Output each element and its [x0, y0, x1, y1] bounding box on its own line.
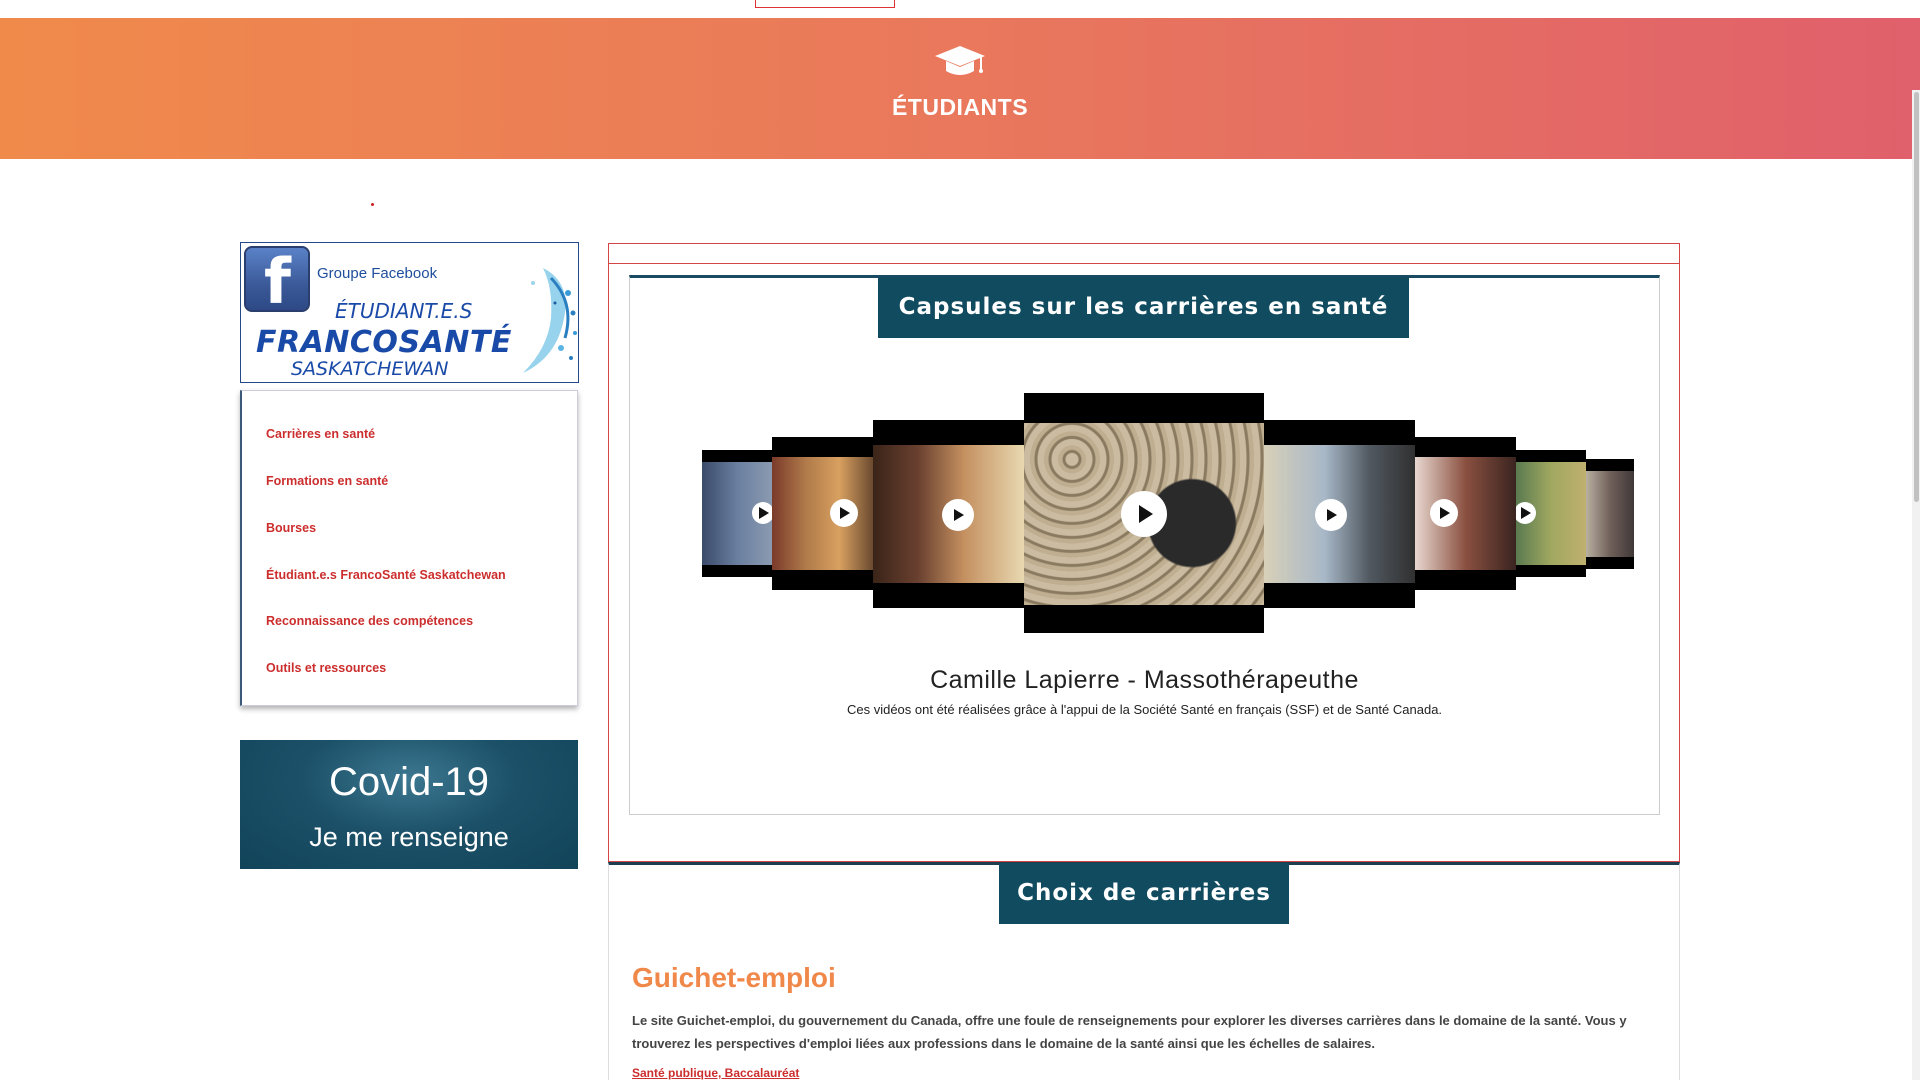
- sidebar-item-reconnaissance[interactable]: Reconnaissance des compétences: [266, 614, 473, 628]
- video-carousel[interactable]: [702, 393, 1634, 633]
- video-thumbnail[interactable]: [772, 437, 873, 590]
- video-thumbnail[interactable]: [1516, 450, 1586, 577]
- guichet-emploi-title: Guichet-emploi: [632, 962, 836, 993]
- video-thumbnail[interactable]: [1264, 420, 1415, 608]
- sidebar-item-formations[interactable]: Formations en santé: [266, 474, 388, 488]
- facebook-icon: f: [244, 246, 310, 314]
- video-thumbnail-active[interactable]: [1024, 393, 1264, 633]
- frame-divider: [608, 263, 1680, 264]
- play-icon[interactable]: [1121, 491, 1167, 537]
- video-thumbnail[interactable]: [1415, 437, 1516, 590]
- page-title: ÉTUDIANTS: [891, 94, 1029, 120]
- top-nav-tab[interactable]: [755, 0, 895, 8]
- guichet-emploi-link[interactable]: Santé publique, Baccalauréat: [632, 1066, 799, 1080]
- sidebar-menu: Carrières en santé Formations en santé B…: [240, 390, 578, 706]
- facebook-group-banner[interactable]: f Groupe Facebook ÉTUDIANT.E.S FRANCOSAN…: [240, 242, 579, 383]
- water-splash-graphic: [523, 268, 577, 373]
- covid-banner[interactable]: Covid-19 Je me renseigne: [240, 740, 578, 869]
- careers-heading: Choix de carrières: [999, 863, 1289, 924]
- scrollbar-thumb[interactable]: [1914, 92, 1919, 502]
- video-thumbnail[interactable]: [873, 420, 1024, 608]
- banner-line-2: FRANCOSANTÉ: [256, 325, 512, 360]
- decorative-dot: [371, 203, 374, 206]
- sidebar-item-bourses[interactable]: Bourses: [266, 521, 316, 535]
- banner-line-3: SASKATCHEWAN: [291, 358, 449, 380]
- play-icon[interactable]: [1430, 499, 1458, 527]
- play-icon[interactable]: [942, 499, 974, 531]
- graduation-cap-icon: [935, 46, 985, 75]
- sidebar-item-etudiants[interactable]: Étudiant.e.s FrancoSanté Saskatchewan: [266, 568, 506, 582]
- covid-subtitle: Je me renseigne: [309, 822, 509, 852]
- capsules-heading: Capsules sur les carrières en santé: [878, 277, 1409, 338]
- hero-banner: ÉTUDIANTS: [0, 18, 1920, 159]
- sidebar-item-outils[interactable]: Outils et ressources: [266, 661, 386, 675]
- video-credit: Ces vidéos ont été réalisées grâce à l'a…: [846, 702, 1443, 717]
- play-icon[interactable]: [1315, 499, 1347, 531]
- video-thumbnail[interactable]: [1586, 459, 1634, 569]
- video-thumbnail[interactable]: [702, 450, 772, 577]
- guichet-emploi-description: Le site Guichet-emploi, du gouvernement …: [632, 1013, 1627, 1051]
- sidebar-item-carrieres[interactable]: Carrières en santé: [266, 427, 375, 441]
- covid-title: Covid-19: [328, 760, 490, 804]
- video-title: Camille Lapierre - Massothérapeuthe: [930, 666, 1359, 694]
- facebook-group-label: Groupe Facebook: [317, 265, 438, 282]
- top-bar: [0, 0, 1920, 18]
- banner-line-1: ÉTUDIANT.E.S: [335, 299, 473, 323]
- play-icon[interactable]: [830, 499, 858, 527]
- play-icon[interactable]: [752, 502, 772, 524]
